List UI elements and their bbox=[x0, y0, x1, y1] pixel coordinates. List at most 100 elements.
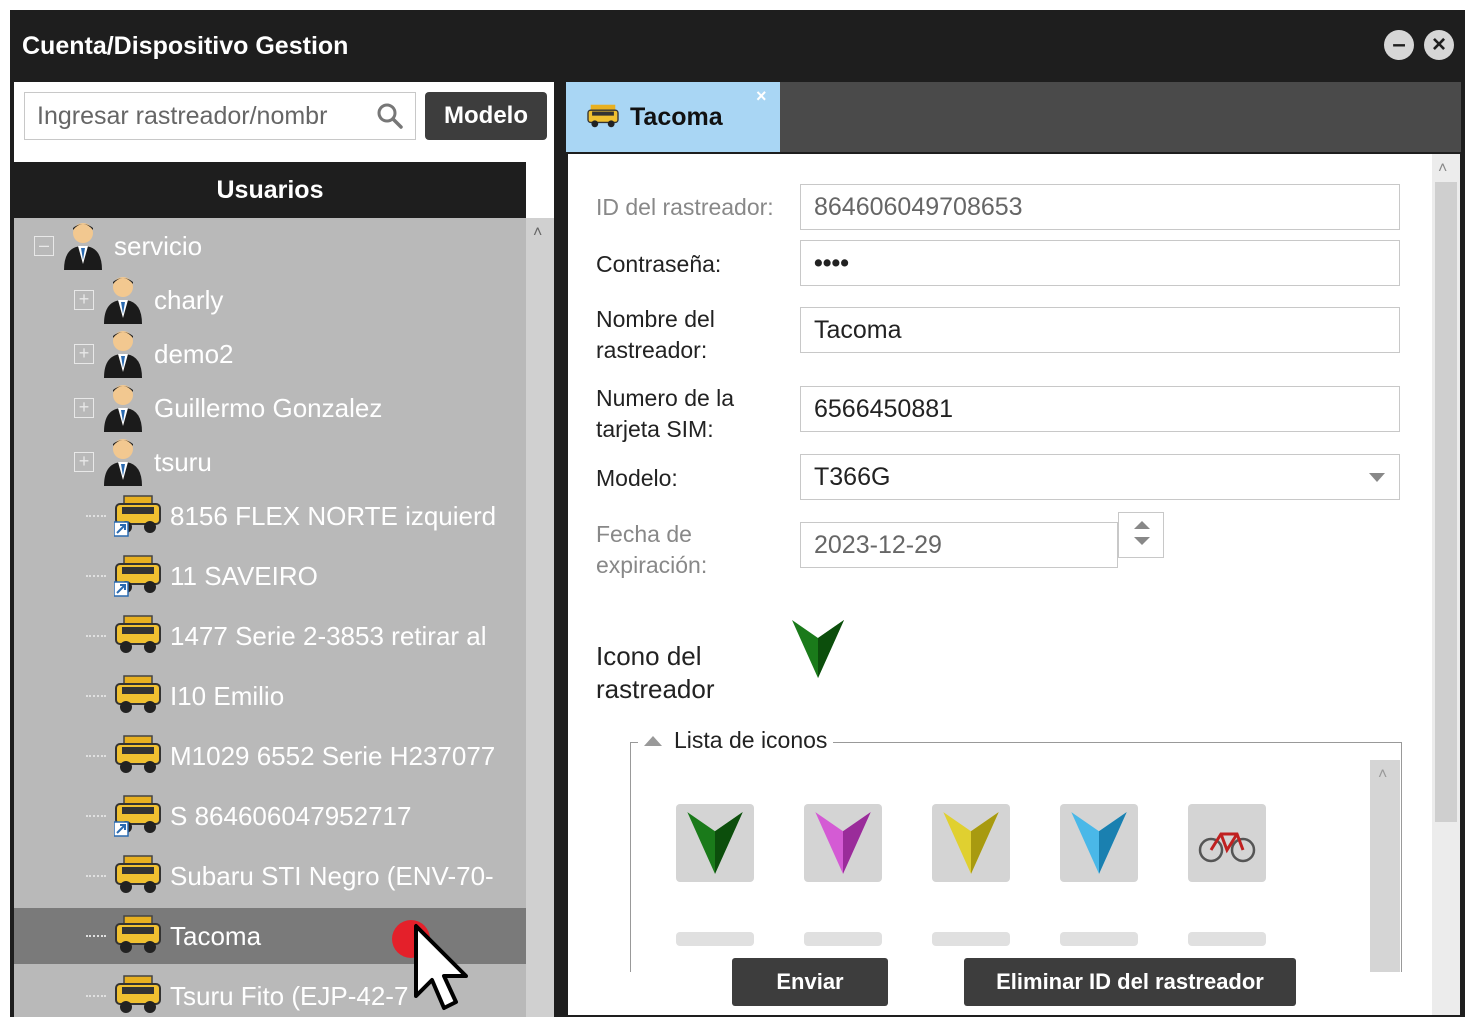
icon-option[interactable] bbox=[932, 932, 1010, 946]
icon-option[interactable] bbox=[1188, 932, 1266, 946]
device-form: ˄ ID del rastreador: 864606049708653 Con… bbox=[566, 152, 1461, 1017]
icon-list-legend[interactable]: Lista de iconos bbox=[638, 727, 834, 754]
tracker-name-field[interactable]: Tacoma bbox=[800, 307, 1400, 353]
tree-user-label: demo2 bbox=[154, 338, 234, 369]
tree-device-label: Tacoma bbox=[170, 920, 262, 951]
form-scrollbar[interactable]: ˄ bbox=[1432, 154, 1460, 1015]
icon-option-yellow-arrow[interactable] bbox=[932, 804, 1010, 882]
tree-line bbox=[86, 995, 106, 997]
date-spinner[interactable] bbox=[1118, 512, 1164, 558]
tree-line bbox=[86, 815, 106, 817]
taxi-car-icon bbox=[114, 555, 161, 597]
users-header: Usuarios bbox=[14, 162, 526, 218]
yellow-arrow-icon bbox=[943, 812, 999, 874]
user-device-tree: – servicio + charly + demo2 + Guillermo Gonzale… bbox=[14, 218, 526, 1017]
icon-list-scrollbar[interactable]: ˄ bbox=[1370, 760, 1400, 972]
tab-bar: Tacoma × bbox=[566, 82, 1461, 152]
submit-button[interactable]: Enviar bbox=[732, 958, 888, 1006]
tree-node-user[interactable]: + Guillermo Gonzalez bbox=[74, 380, 382, 436]
expand-tree-icon[interactable]: + bbox=[74, 344, 94, 364]
tree-scrollbar[interactable]: ˄ bbox=[526, 218, 554, 1017]
green-arrow-icon bbox=[792, 620, 844, 678]
tree-device-label: 1477 Serie 2-3853 retirar al bbox=[170, 620, 487, 651]
tree-node-device[interactable]: Subaru STI Negro (ENV-70- bbox=[86, 848, 494, 904]
spinner-down-icon[interactable] bbox=[1134, 537, 1150, 545]
expiry-label: Fecha de expiración: bbox=[596, 521, 708, 578]
delete-tracker-button[interactable]: Eliminar ID del rastreador bbox=[964, 958, 1296, 1006]
spinner-up-icon[interactable] bbox=[1134, 521, 1150, 529]
user-icon bbox=[64, 223, 102, 270]
magenta-arrow-icon bbox=[815, 812, 871, 874]
icon-option-green-arrow[interactable] bbox=[676, 804, 754, 882]
form-scroll-thumb[interactable] bbox=[1435, 182, 1457, 822]
window-titlebar: Cuenta/Dispositivo Gestion – × bbox=[10, 10, 1465, 82]
search-input[interactable] bbox=[37, 101, 367, 131]
tree-device-label: S 864606047952717 bbox=[170, 800, 412, 831]
tree-node-user[interactable]: + tsuru bbox=[74, 434, 212, 490]
tab-tacoma[interactable]: Tacoma × bbox=[566, 82, 780, 152]
scroll-up-icon[interactable]: ˄ bbox=[1378, 766, 1387, 784]
tree-node-user[interactable]: + charly bbox=[74, 272, 223, 328]
tree-device-label: I10 Emilio bbox=[170, 680, 285, 711]
icon-option[interactable] bbox=[804, 932, 882, 946]
bicycle-icon bbox=[1198, 832, 1256, 863]
user-icon bbox=[104, 439, 142, 486]
user-icon bbox=[104, 331, 142, 378]
taxi-car-icon bbox=[115, 675, 161, 713]
window-title: Cuenta/Dispositivo Gestion bbox=[22, 32, 349, 60]
tree-node-device[interactable]: M1029 6552 Serie H237077 bbox=[86, 728, 495, 784]
scroll-up-icon[interactable]: ˄ bbox=[1438, 160, 1447, 178]
expand-tree-icon[interactable]: + bbox=[74, 290, 94, 310]
icon-option-blue-arrow[interactable] bbox=[1060, 804, 1138, 882]
model-button[interactable]: Modelo bbox=[425, 92, 547, 140]
password-label: Contraseña: bbox=[596, 251, 722, 277]
model-select[interactable]: T366G bbox=[800, 454, 1400, 500]
icon-option-magenta-arrow[interactable] bbox=[804, 804, 882, 882]
tree-node-device[interactable]: S 864606047952717 bbox=[86, 788, 411, 844]
tree-device-label: Subaru STI Negro (ENV-70- bbox=[170, 860, 494, 891]
tab-close-icon[interactable]: × bbox=[756, 86, 767, 107]
close-icon[interactable]: × bbox=[1424, 30, 1454, 60]
expiry-date-field[interactable]: 2023-12-29 bbox=[800, 522, 1118, 568]
icon-option-bicycle[interactable] bbox=[1188, 804, 1266, 882]
tree-line bbox=[86, 935, 106, 937]
tree-node-device[interactable]: Tsuru Fito (EJP-42-7 bbox=[86, 968, 408, 1017]
tracker-id-label: ID del rastreador: bbox=[596, 194, 774, 220]
scroll-up-icon[interactable]: ˄ bbox=[533, 225, 547, 241]
sim-label: Numero de la tarjeta SIM: bbox=[596, 385, 735, 442]
tree-node-device[interactable]: I10 Emilio bbox=[86, 668, 284, 724]
search-box bbox=[24, 92, 416, 140]
taxi-car-icon bbox=[587, 104, 619, 128]
icon-option[interactable] bbox=[1060, 932, 1138, 946]
collapse-tree-icon[interactable]: – bbox=[34, 236, 54, 256]
icon-option[interactable] bbox=[676, 932, 754, 946]
tree-line bbox=[86, 575, 106, 577]
tree-device-label: Tsuru Fito (EJP-42-7 bbox=[170, 980, 409, 1011]
taxi-car-icon bbox=[115, 615, 161, 653]
tree-node-device[interactable]: 8156 FLEX NORTE izquierd bbox=[86, 488, 496, 544]
taxi-car-icon bbox=[115, 735, 161, 773]
expand-tree-icon[interactable]: + bbox=[74, 398, 94, 418]
user-icon bbox=[104, 385, 142, 432]
tree-node-device[interactable]: 11 SAVEIRO bbox=[86, 548, 318, 604]
account-device-window: Cuenta/Dispositivo Gestion – × Modelo Us… bbox=[10, 10, 1465, 1017]
name-label: Nombre del rastreador: bbox=[596, 306, 715, 363]
taxi-car-icon bbox=[114, 495, 161, 537]
sim-number-field[interactable]: 6566450881 bbox=[800, 386, 1400, 432]
blue-arrow-icon bbox=[1071, 812, 1127, 874]
expand-tree-icon[interactable]: + bbox=[74, 452, 94, 472]
tree-root-label: servicio bbox=[114, 230, 203, 261]
minimize-icon[interactable]: – bbox=[1384, 30, 1414, 60]
left-panel: Modelo Usuarios – servicio + charly + demo2 + G… bbox=[14, 82, 554, 1017]
taxi-car-icon bbox=[115, 855, 161, 893]
tree-node-user[interactable]: + demo2 bbox=[74, 326, 234, 382]
green-arrow-icon bbox=[687, 812, 743, 874]
collapse-icon[interactable] bbox=[644, 735, 662, 746]
search-icon[interactable] bbox=[375, 101, 405, 131]
chevron-down-icon bbox=[1369, 473, 1385, 482]
tree-node-root[interactable]: – servicio bbox=[34, 218, 202, 274]
password-field[interactable]: •••• bbox=[800, 240, 1400, 286]
tree-line bbox=[86, 755, 106, 757]
mouse-cursor-icon bbox=[414, 924, 468, 1010]
tree-node-device[interactable]: 1477 Serie 2-3853 retirar al bbox=[86, 608, 487, 664]
